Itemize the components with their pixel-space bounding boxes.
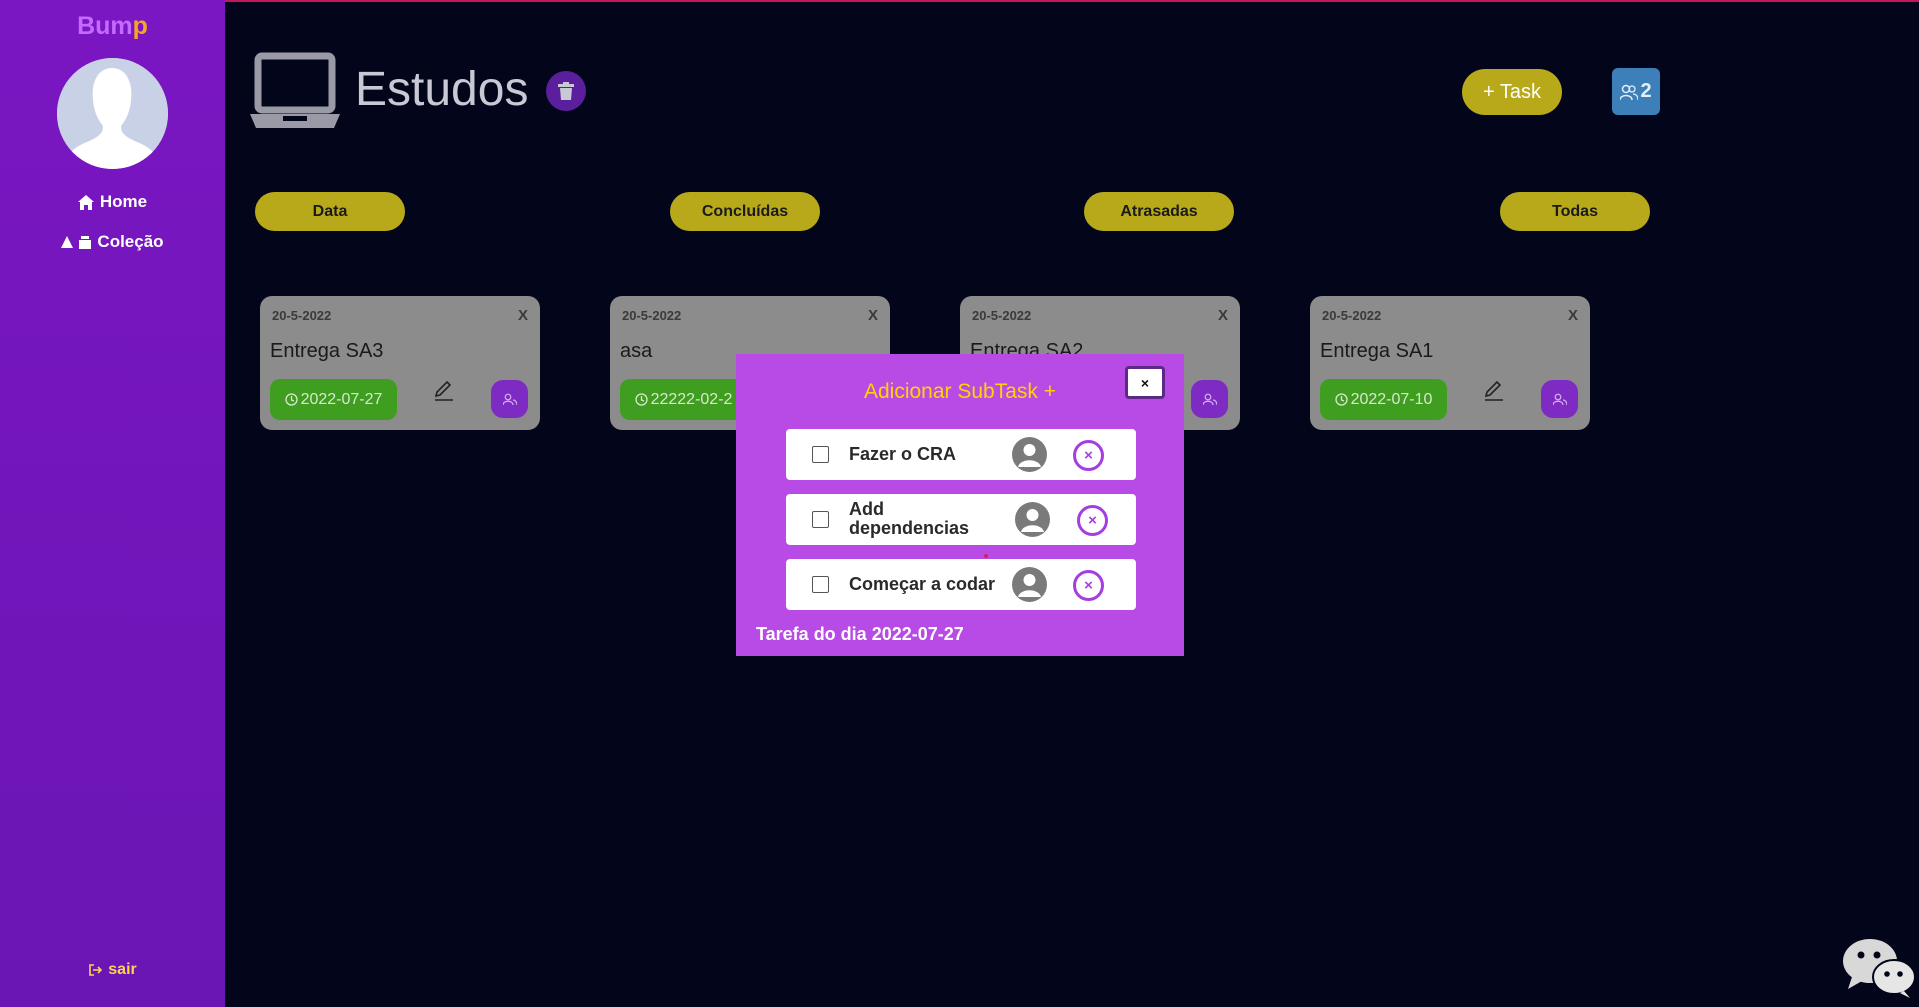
filter-atrasadas[interactable]: Atrasadas: [1084, 192, 1234, 231]
card-delete-button[interactable]: X: [1568, 307, 1578, 324]
members-count: 2: [1640, 80, 1652, 102]
card-delete-button[interactable]: X: [1218, 307, 1228, 324]
card-date: 20-5-2022: [622, 308, 682, 323]
user-icon[interactable]: [1015, 502, 1050, 537]
modal-close-button[interactable]: ×: [1125, 366, 1165, 399]
task-card[interactable]: 20-5-2022 X Entrega SA1 2022-07-10: [1310, 296, 1590, 430]
edit-icon[interactable]: [1482, 378, 1506, 402]
clock-icon: [634, 393, 648, 406]
card-title: asa: [620, 340, 653, 362]
members-button[interactable]: 2: [1612, 68, 1660, 115]
clock-icon: [1334, 393, 1348, 406]
card-date: 20-5-2022: [1322, 308, 1382, 323]
card-date: 20-5-2022: [272, 308, 332, 323]
user-icon[interactable]: [1012, 567, 1047, 602]
users-icon: [1202, 393, 1217, 405]
edit-icon[interactable]: [432, 378, 456, 402]
filter-concluidas[interactable]: Concluídas: [670, 192, 820, 231]
subtask-delete-button[interactable]: ×: [1077, 505, 1108, 536]
filter-data[interactable]: Data: [255, 192, 405, 231]
logout-icon: [89, 964, 103, 976]
modal-footer: Tarefa do dia 2022-07-27: [756, 624, 964, 644]
sidebar: Bump Home Coleção sair: [0, 0, 225, 1007]
subtask-checkbox[interactable]: [812, 576, 829, 593]
subtask-label: Add dependencias: [849, 499, 970, 538]
subtask-label: Fazer o CRA: [849, 444, 957, 464]
app-logo[interactable]: Bump: [0, 12, 225, 41]
top-border: [0, 0, 1919, 2]
subtask-checkbox[interactable]: [812, 446, 829, 463]
subtask-delete-button[interactable]: ×: [1073, 440, 1104, 471]
card-members-button[interactable]: [1541, 380, 1578, 418]
logout-label: sair: [108, 961, 137, 978]
card-delete-button[interactable]: X: [518, 307, 528, 324]
sidebar-item-home[interactable]: Home: [0, 192, 225, 212]
trash-icon: [558, 82, 574, 100]
home-icon: [77, 194, 94, 210]
card-deadline-badge: 2022-07-27: [270, 379, 397, 420]
subtask-checkbox[interactable]: [812, 511, 829, 528]
sidebar-item-label: Home: [99, 192, 148, 211]
task-card[interactable]: 20-5-2022 X Entrega SA3 2022-07-27: [260, 296, 540, 430]
card-deadline-badge: 2022-07-10: [1320, 379, 1447, 420]
page-title: Estudos: [355, 63, 529, 116]
laptop-icon: [250, 52, 340, 128]
card-members-button[interactable]: [1191, 380, 1228, 418]
subtask-delete-button[interactable]: ×: [1073, 570, 1104, 601]
logout-link[interactable]: sair: [0, 961, 225, 979]
subtask-modal: Adicionar SubTask + × Fazer o CRA × Add …: [736, 354, 1184, 656]
card-members-button[interactable]: [491, 380, 528, 418]
subtask-item: Add dependencias ×: [786, 494, 1136, 545]
user-avatar[interactable]: [57, 58, 168, 169]
subtask-item: Começar a codar ×: [786, 559, 1136, 610]
triangle-up-icon: [61, 236, 74, 248]
avatar-silhouette-icon: [57, 58, 168, 169]
users-icon: [1620, 84, 1639, 100]
modal-title[interactable]: Adicionar SubTask +: [736, 380, 1184, 404]
card-title: Entrega SA3: [270, 340, 384, 362]
cursor-dot: [984, 554, 988, 558]
clock-icon: [284, 393, 298, 406]
collection-icon: [79, 235, 92, 249]
card-delete-button[interactable]: X: [868, 307, 878, 324]
card-title: Entrega SA1: [1320, 340, 1434, 362]
subtask-label: Começar a codar: [849, 574, 996, 594]
user-icon[interactable]: [1012, 437, 1047, 472]
sidebar-item-collection[interactable]: Coleção: [0, 232, 225, 252]
users-icon: [502, 393, 517, 405]
subtask-item: Fazer o CRA ×: [786, 429, 1136, 480]
filter-todas[interactable]: Todas: [1500, 192, 1650, 231]
card-date: 20-5-2022: [972, 308, 1032, 323]
delete-collection-button[interactable]: [546, 71, 586, 111]
users-icon: [1552, 393, 1567, 405]
card-deadline-badge: 22222-02-2: [620, 379, 747, 420]
add-task-button[interactable]: + Task: [1462, 69, 1562, 115]
chat-icon[interactable]: [1842, 937, 1916, 999]
sidebar-item-label: Coleção: [97, 232, 164, 251]
